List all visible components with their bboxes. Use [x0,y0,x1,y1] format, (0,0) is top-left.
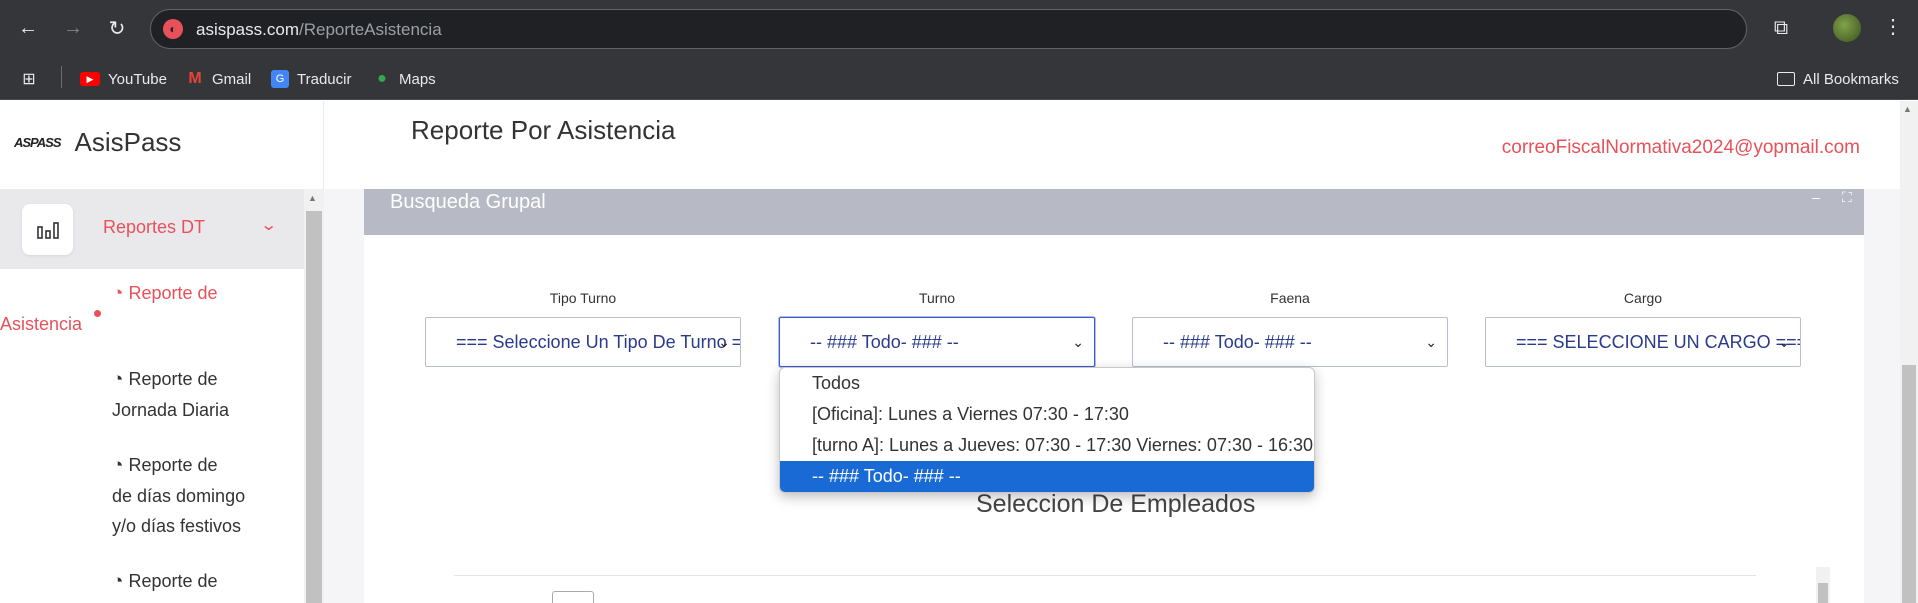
sidebar-subitem-reporte-asistencia[interactable]: ◔ Reporte de Asistencia [0,278,292,339]
tipo-turno-label: Tipo Turno [549,290,617,306]
turno-option[interactable]: [turno A]: Lunes a Jueves: 07:30 - 17:30… [780,430,1314,461]
sidebar-subitem-reporte-jornada[interactable]: ◔ Reporte de Jornada Diaria [112,364,292,425]
pie-clock-icon: ◔ [112,369,124,390]
faena-select[interactable]: -- ### Todo- ### -- ⌄ [1132,317,1448,367]
folder-icon [1777,72,1795,86]
user-email[interactable]: correoFiscalNormativa2024@yopmail.com [1502,137,1860,159]
page-title: Reporte Por Asistencia [411,115,676,145]
sidebar-item-reportes-dt[interactable]: Reportes DT ⌄ [0,189,304,269]
apps-grid-icon[interactable]: ⊞ [20,67,38,91]
turno-label: Turno [918,290,956,306]
bookmark-youtube[interactable]: ▶ YouTube [80,67,167,91]
turno-select[interactable]: -- ### Todo- ### -- ⌄ [779,317,1095,367]
turno-option[interactable]: [Oficina]: Lunes a Viernes 07:30 - 17:30 [780,399,1314,430]
cargo-label: Cargo [1623,290,1663,306]
minimize-icon[interactable]: – [1812,189,1820,205]
pie-clock-icon: ◔ [112,455,124,476]
scroll-up-arrow-icon[interactable]: ▲ [308,193,317,203]
sidebar-scrollbar-thumb[interactable] [306,211,322,603]
chevron-down-icon: ⌄ [259,217,278,234]
browser-toolbar: ← → ↻ ◐ asispass.com/ReporteAsistencia ⧉… [0,0,1918,58]
sidebar-subitem-reporte-other[interactable]: ◔ Reporte de [112,566,292,597]
table-scrollbar-thumb[interactable] [1818,583,1828,603]
turno-option[interactable]: Todos [780,368,1314,399]
faena-label: Faena [1270,290,1310,306]
all-bookmarks[interactable]: All Bookmarks [1777,67,1899,91]
chevron-down-icon: ⌄ [718,334,730,350]
select-all-checkbox[interactable] [552,591,594,603]
table-divider [454,575,1756,576]
card-title: Busqueda Grupal [390,191,546,213]
bookmark-maps[interactable]: ● Maps [373,67,436,91]
cargo-select[interactable]: === SELECCIONE UN CARGO === ⌄ [1485,317,1801,367]
back-icon[interactable]: ← [13,13,43,43]
translate-icon: G [271,70,289,88]
turno-option-selected[interactable]: -- ### Todo- ### -- [780,461,1314,492]
reload-icon[interactable]: ↻ [102,13,132,43]
tipo-turno-select[interactable]: === Seleccione Un Tipo De Turno === ⌄ [425,317,741,367]
browser-menu-icon[interactable]: ⋮ [1883,14,1903,42]
turno-dropdown-list: Todos [Oficina]: Lunes a Viernes 07:30 -… [779,367,1315,493]
card-header: Busqueda Grupal – ⛶ [364,189,1864,235]
bookmarks-separator [61,66,62,88]
brand-logo: ASPASS [14,135,61,150]
bookmark-gmail[interactable]: M Gmail [186,67,251,91]
page-scrollbar-thumb[interactable] [1902,365,1916,603]
scroll-up-arrow-icon[interactable]: ▲ [1903,104,1912,114]
brand-name: AsisPass [74,127,182,157]
chevron-down-icon: ⌄ [1425,334,1437,350]
sidebar-subitem-reporte-domingos[interactable]: ◔ Reporte de de días domingo y/o días fe… [112,450,292,541]
chevron-down-icon: ⌄ [1778,334,1790,350]
active-indicator-dot [94,310,101,317]
bookmark-traducir[interactable]: G Traducir [271,67,351,91]
chevron-down-icon: ⌄ [1072,334,1084,350]
bar-chart-icon [22,204,73,255]
forward-icon[interactable]: → [58,13,88,43]
main-content: Reporte Por Asistencia correoFiscalNorma… [324,101,1900,603]
brand[interactable]: ASPASS AsisPass [14,127,181,158]
maps-pin-icon: ● [377,70,387,87]
extensions-icon[interactable]: ⧉ [1767,14,1795,42]
address-bar[interactable]: ◐ asispass.com/ReporteAsistencia [150,9,1747,49]
site-favicon-icon: ◐ [163,19,183,39]
sidebar-menu: Reportes DT ⌄ ◔ Reporte de Asistencia ◔ … [0,189,304,603]
page-header: Reporte Por Asistencia correoFiscalNorma… [324,101,1900,189]
bookmarks-bar: ⊞ ▶ YouTube M Gmail G Traducir ● Maps All Bo… [0,58,1918,100]
url-text: asispass.com/ReporteAsistencia [196,20,442,39]
youtube-icon: ▶ [80,72,100,86]
pie-clock-icon: ◔ [112,283,124,304]
sidebar: ASPASS AsisPass Reportes DT ⌄ ◔ Reporte … [0,101,324,603]
gmail-icon: M [188,70,202,87]
section-title: Seleccion De Empleados [976,490,1256,518]
sidebar-item-label: Reportes DT [103,217,206,237]
pie-clock-icon: ◔ [112,571,124,592]
expand-icon[interactable]: ⛶ [1842,189,1852,206]
profile-avatar[interactable] [1833,14,1861,42]
